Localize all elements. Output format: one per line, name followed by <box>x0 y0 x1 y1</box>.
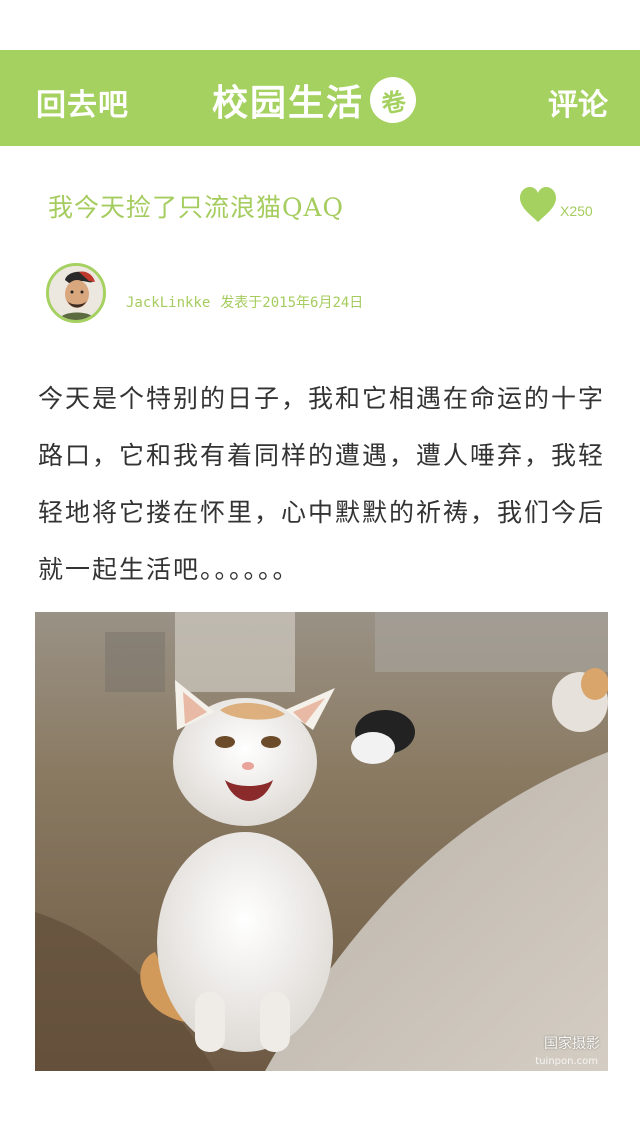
watermark: 国家摄影 <box>544 1036 600 1052</box>
post-body: 今天是个特别的日子，我和它相遇在命运的十字路口，它和我有着同样的遭遇，遭人唾弃，… <box>38 384 606 584</box>
publish-date: 发表于2015年6月24日 <box>220 295 364 311</box>
juan-badge-icon: 卷 <box>365 72 421 128</box>
heart-icon <box>520 187 556 222</box>
author-name[interactable]: JackLinkke <box>126 295 210 311</box>
cat-photo-image <box>35 612 608 1071</box>
watermark-url: tuinpon.com <box>535 1056 598 1067</box>
avatar[interactable] <box>46 263 106 323</box>
comment-button[interactable]: 评论 <box>548 80 608 124</box>
status-bar <box>0 0 640 50</box>
nav-bar: 回去吧 校园生活 卷 评论 <box>0 50 640 146</box>
back-button[interactable]: 回去吧 <box>36 80 129 124</box>
author-line: JackLinkke 发表于2015年6月24日 <box>126 292 363 312</box>
author-portrait-icon <box>49 266 103 320</box>
like-count: X250 <box>560 203 593 219</box>
like-button[interactable]: X250 <box>518 186 608 226</box>
badge-label: 卷 <box>378 86 409 119</box>
post-title: 我今天捡了只流浪猫QAQ <box>48 193 345 222</box>
nav-title-group: 校园生活 卷 <box>212 72 421 128</box>
page-title: 校园生活 <box>212 83 365 124</box>
post-photo[interactable]: 国家摄影 tuinpon.com <box>35 612 608 1071</box>
